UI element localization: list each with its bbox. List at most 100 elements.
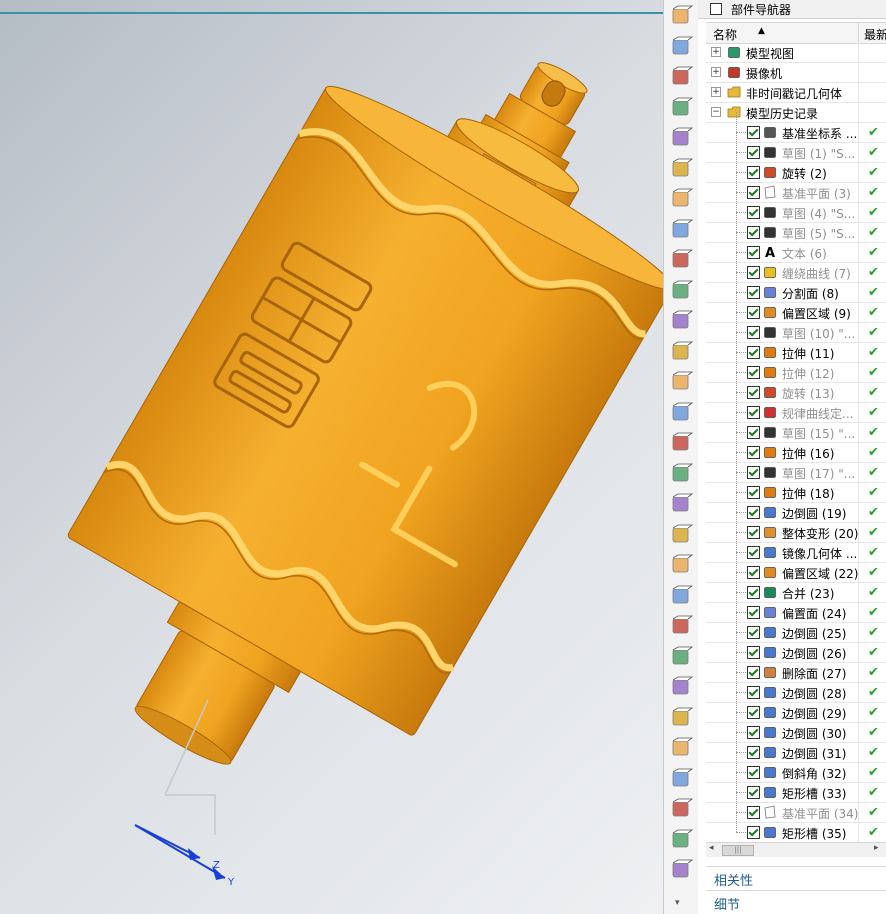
block-icon[interactable] — [669, 584, 694, 608]
comb-icon[interactable] — [669, 187, 694, 211]
angle-icon[interactable] — [669, 65, 694, 89]
feature-checkbox[interactable] — [747, 266, 760, 279]
feature-row[interactable]: 拉伸 (11) ✔ — [706, 332, 886, 363]
arc-icon[interactable] — [669, 126, 694, 150]
dependencies-panel[interactable]: 相关性 — [706, 866, 886, 889]
feature-row[interactable]: 矩形槽 (33) ✔ — [706, 772, 886, 803]
expander-icon[interactable]: − — [711, 107, 721, 117]
tree-top-item[interactable]: + 模型视图 — [706, 42, 886, 63]
feature-row[interactable]: 倒斜角 (32) ✔ — [706, 752, 886, 783]
details-panel[interactable]: 细节 — [706, 890, 886, 913]
feature-row[interactable]: 边倒圆 (26) ✔ — [706, 632, 886, 663]
feature-checkbox[interactable] — [747, 286, 760, 299]
feature-row[interactable]: 基准坐标系 ... ✔ — [706, 112, 886, 143]
feature-row[interactable]: 草图 (4) "S... ✔ — [706, 192, 886, 223]
scroll-right-icon[interactable]: ▸ — [874, 843, 879, 853]
feature-row[interactable]: 边倒圆 (31) ✔ — [706, 732, 886, 763]
feature-checkbox[interactable] — [747, 486, 760, 499]
feature-row[interactable]: 删除面 (27) ✔ — [706, 652, 886, 683]
feature-checkbox[interactable] — [747, 646, 760, 659]
feature-row[interactable]: 草图 (5) "S... ✔ — [706, 212, 886, 243]
expander-icon[interactable]: + — [711, 47, 721, 57]
feature-row[interactable]: 草图 (1) "S... ✔ — [706, 132, 886, 163]
model-render[interactable]: Z Y — [0, 0, 663, 914]
block-icon[interactable] — [669, 858, 694, 882]
scroll-thumb[interactable]: ||| — [722, 845, 754, 856]
feature-checkbox[interactable] — [747, 346, 760, 359]
block-icon[interactable] — [669, 675, 694, 699]
feature-checkbox[interactable] — [747, 526, 760, 539]
block-icon[interactable] — [669, 553, 694, 577]
feature-checkbox[interactable] — [747, 826, 760, 839]
tree-top-item[interactable]: + 非时间戳记几何体 — [706, 82, 886, 103]
feature-checkbox[interactable] — [747, 366, 760, 379]
expander-icon[interactable]: + — [711, 87, 721, 97]
horizontal-scrollbar[interactable]: ◂ ||| ▸ — [706, 842, 886, 857]
feature-checkbox[interactable] — [747, 506, 760, 519]
block-icon[interactable] — [669, 370, 694, 394]
feature-checkbox[interactable] — [747, 726, 760, 739]
feature-checkbox[interactable] — [747, 446, 760, 459]
block-icon[interactable] — [669, 828, 694, 852]
feature-row[interactable]: 规律曲线定... ✔ — [706, 392, 886, 423]
expander-icon[interactable]: + — [711, 67, 721, 77]
block-icon[interactable] — [669, 492, 694, 516]
feature-checkbox[interactable] — [747, 246, 760, 259]
feature-row[interactable]: 边倒圆 (30) ✔ — [706, 712, 886, 743]
feature-row[interactable]: 基准平面 (34) ✔ — [706, 792, 886, 823]
feature-row[interactable]: 旋转 (13) ✔ — [706, 372, 886, 403]
feature-checkbox[interactable] — [747, 746, 760, 759]
feature-row[interactable]: 草图 (10) "... ✔ — [706, 312, 886, 343]
feature-row[interactable]: 偏置区域 (22) ✔ — [706, 552, 886, 583]
tree-top-item[interactable]: + 摄像机 — [706, 62, 886, 83]
surface-icon[interactable] — [669, 218, 694, 242]
details-panel-label[interactable]: 细节 — [714, 894, 740, 913]
feature-checkbox[interactable] — [747, 606, 760, 619]
feature-checkbox[interactable] — [747, 546, 760, 559]
block-icon[interactable] — [669, 431, 694, 455]
feature-row[interactable]: 边倒圆 (29) ✔ — [706, 692, 886, 723]
feature-row[interactable]: 边倒圆 (19) ✔ — [706, 492, 886, 523]
block-icon[interactable] — [669, 736, 694, 760]
dependencies-panel-label[interactable]: 相关性 — [714, 870, 753, 889]
feature-row[interactable]: 合并 (23) ✔ — [706, 572, 886, 603]
feature-checkbox[interactable] — [747, 186, 760, 199]
block-icon[interactable] — [669, 340, 694, 364]
cylinder-icon[interactable] — [669, 523, 694, 547]
block-icon[interactable] — [669, 462, 694, 486]
feature-row[interactable]: 拉伸 (16) ✔ — [706, 432, 886, 463]
sort-arrow-icon[interactable]: ▲ — [758, 26, 765, 36]
cross-icon[interactable] — [669, 309, 694, 333]
column-latest-header[interactable]: 最新 — [864, 26, 886, 43]
measure-ruler-icon[interactable] — [669, 35, 694, 59]
feature-checkbox[interactable] — [747, 806, 760, 819]
feature-checkbox[interactable] — [747, 206, 760, 219]
feature-row[interactable]: 边倒圆 (28) ✔ — [706, 672, 886, 703]
feature-checkbox[interactable] — [747, 166, 760, 179]
feature-row[interactable]: 边倒圆 (25) ✔ — [706, 612, 886, 643]
feature-checkbox[interactable] — [747, 786, 760, 799]
feature-checkbox[interactable] — [747, 426, 760, 439]
feature-checkbox[interactable] — [747, 666, 760, 679]
cylinder-icon[interactable] — [669, 767, 694, 791]
feature-checkbox[interactable] — [747, 766, 760, 779]
feature-checkbox[interactable] — [747, 386, 760, 399]
block-icon[interactable] — [669, 645, 694, 669]
feature-row[interactable]: 镜像几何体 ... ✔ — [706, 532, 886, 563]
offset-icon[interactable] — [669, 279, 694, 303]
feature-row[interactable]: A 文本 (6) ✔ — [706, 232, 886, 263]
sheet-icon[interactable] — [669, 248, 694, 272]
feature-checkbox[interactable] — [747, 626, 760, 639]
feature-checkbox[interactable] — [747, 466, 760, 479]
resource-bar-more-icon[interactable]: ▾ — [675, 898, 680, 908]
feature-row[interactable]: 基准平面 (3) ✔ — [706, 172, 886, 203]
navigator-pin-icon[interactable] — [710, 3, 722, 15]
feature-row[interactable]: 草图 (15) "... ✔ — [706, 412, 886, 443]
radius-icon[interactable] — [669, 157, 694, 181]
feature-checkbox[interactable] — [747, 706, 760, 719]
select-box-icon[interactable] — [669, 4, 694, 28]
graphics-viewport[interactable]: Z Y — [0, 0, 663, 914]
feature-row[interactable]: 整体变形 (20) ✔ — [706, 512, 886, 543]
block-icon[interactable] — [669, 401, 694, 425]
feature-checkbox[interactable] — [747, 126, 760, 139]
